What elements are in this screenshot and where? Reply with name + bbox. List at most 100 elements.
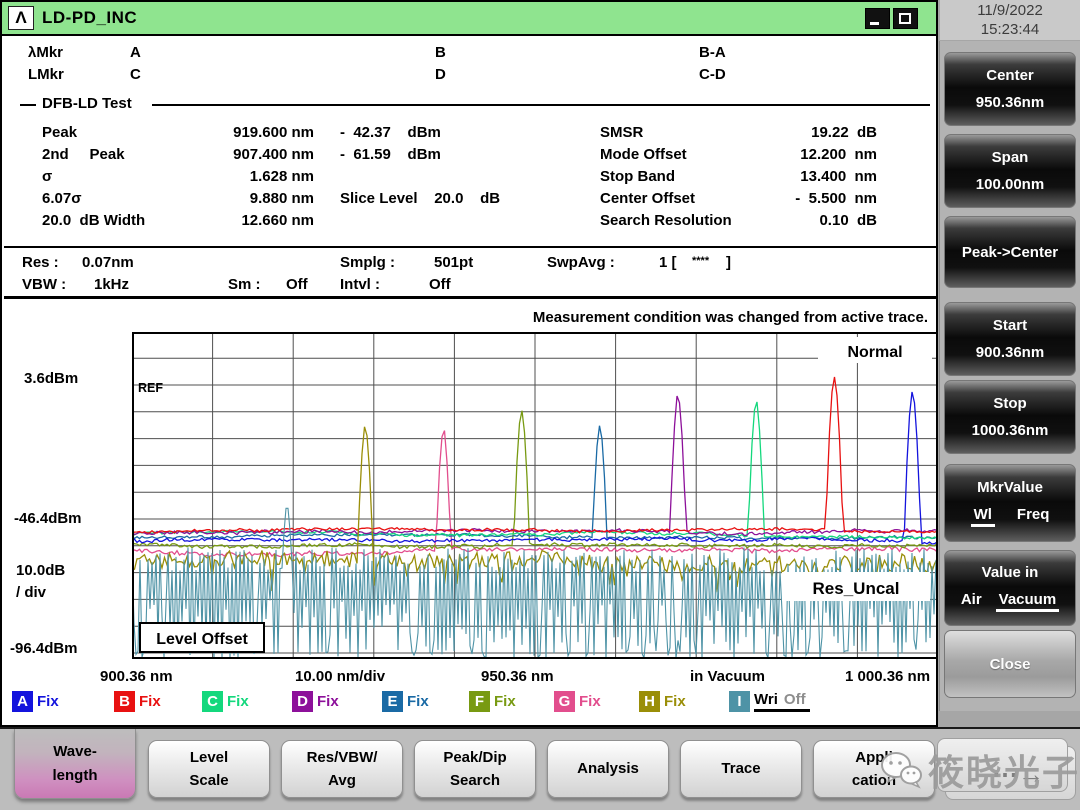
wavelength-marker-row-label: λMkr: [28, 44, 63, 61]
smoothing-label: Sm :: [228, 276, 261, 293]
y-axis-ref-label: 3.6dBm: [24, 370, 78, 387]
close-softkey-label: Close: [990, 656, 1031, 673]
menu-trace-label: Trace: [721, 757, 760, 780]
menu-trace-button[interactable]: Trace: [680, 740, 802, 798]
close-softkey[interactable]: Close: [944, 630, 1076, 698]
start-softkey-value: 900.36nm: [976, 344, 1044, 361]
maximize-button[interactable]: [893, 8, 918, 29]
trace-a-state: Fix: [37, 693, 59, 710]
second-peak-label: 2nd Peak: [42, 146, 125, 163]
stop-softkey-value: 1000.36nm: [972, 422, 1049, 439]
marker-ba-header: B-A: [699, 44, 726, 61]
menu-application-button[interactable]: Appli cation: [813, 740, 935, 798]
marker-cd-header: C-D: [699, 66, 726, 83]
start-softkey[interactable]: Start 900.36nm: [944, 302, 1076, 376]
menu-res-vbw-line2: Avg: [328, 769, 356, 792]
trace-i-indicator[interactable]: I Wri Off: [729, 690, 810, 712]
res-value: 0.07nm: [82, 254, 134, 271]
marker-value-wl-option[interactable]: Wl: [971, 506, 995, 527]
peak-to-center-softkey[interactable]: Peak->Center: [944, 216, 1076, 288]
app-logo-icon: Λ: [8, 6, 34, 30]
value-in-label: Value in: [982, 564, 1039, 581]
trace-b-indicator[interactable]: B Fix: [114, 690, 161, 712]
value-in-softkey[interactable]: Value in Air Vacuum: [944, 550, 1076, 626]
swpavg-value: 1 [: [659, 254, 677, 271]
menu-more-button[interactable]: ⋯→: [937, 738, 1072, 798]
svg-text:Res_Uncal: Res_Uncal: [813, 579, 900, 598]
menu-level-scale-button[interactable]: Level Scale: [148, 740, 270, 798]
value-in-air-option[interactable]: Air: [961, 591, 982, 612]
trace-h-indicator[interactable]: H Fix: [639, 690, 686, 712]
section-rule-right: [152, 104, 930, 106]
center-softkey-value: 950.36nm: [976, 94, 1044, 111]
menu-res-vbw-avg-button[interactable]: Res/VBW/ Avg: [281, 740, 403, 798]
menu-analysis-button[interactable]: Analysis: [547, 740, 669, 798]
minimize-button[interactable]: [865, 8, 890, 29]
trace-d-state: Fix: [317, 693, 339, 710]
span-softkey[interactable]: Span 100.00nm: [944, 134, 1076, 208]
center-softkey-label: Center: [986, 67, 1034, 84]
menu-peak-dip-line2: Search: [450, 769, 500, 792]
trace-i-state2: Off: [784, 691, 806, 708]
stop-softkey-label: Stop: [993, 395, 1026, 412]
marker-value-label: MkrValue: [977, 479, 1043, 496]
marker-b-header: B: [435, 44, 446, 61]
trace-h-state: Fix: [664, 693, 686, 710]
marker-a-header: A: [130, 44, 141, 61]
osa-screen: Λ LD-PD_INC λMkr A B B-A LMkr C D C-D DF…: [0, 0, 1080, 810]
x-axis-perdiv-label: 10.00 nm/div: [295, 668, 385, 685]
peak-level: - 42.37 dBm: [340, 124, 441, 141]
trace-b-swatch: B: [114, 691, 135, 712]
slice-level: Slice Level 20.0 dB: [340, 190, 500, 207]
trace-g-indicator[interactable]: G Fix: [554, 690, 601, 712]
trace-f-indicator[interactable]: F Fix: [469, 690, 516, 712]
main-window: Λ LD-PD_INC λMkr A B B-A LMkr C D C-D DF…: [0, 0, 938, 727]
stop-band-label: Stop Band: [600, 168, 675, 185]
smplg-label: Smplg :: [340, 254, 395, 271]
menu-peak-dip-search-button[interactable]: Peak/Dip Search: [414, 740, 536, 798]
trace-e-indicator[interactable]: E Fix: [382, 690, 429, 712]
trace-a-indicator[interactable]: A Fix: [12, 690, 59, 712]
trace-a-swatch: A: [12, 691, 33, 712]
center-offset-value: - 5.500 nm: [732, 190, 877, 207]
db-width-label: 20.0 dB Width: [42, 212, 145, 229]
peak-to-center-label: Peak->Center: [962, 244, 1058, 261]
section-rule-left: [20, 104, 36, 106]
value-in-vacuum-option[interactable]: Vacuum: [996, 591, 1060, 612]
y-axis-perdiv-label2: / div: [16, 584, 46, 601]
interval-value: Off: [429, 276, 451, 293]
marker-d-header: D: [435, 66, 446, 83]
swpavg-bracket: ]: [726, 254, 731, 271]
marker-value-freq-option[interactable]: Freq: [1017, 506, 1050, 527]
trace-d-indicator[interactable]: D Fix: [292, 690, 339, 712]
trace-c-state: Fix: [227, 693, 249, 710]
span-softkey-label: Span: [992, 149, 1029, 166]
trace-f-swatch: F: [469, 691, 490, 712]
x-axis-medium-label: in Vacuum: [690, 668, 765, 685]
trace-b-state: Fix: [139, 693, 161, 710]
center-softkey[interactable]: Center 950.36nm: [944, 52, 1076, 126]
datetime-display: 11/9/2022 15:23:44: [940, 0, 1080, 40]
swpavg-label: SwpAvg :: [547, 254, 615, 271]
y-axis-perdiv-label: 10.0dB: [16, 562, 65, 579]
stop-softkey[interactable]: Stop 1000.36nm: [944, 380, 1076, 454]
date-text: 11/9/2022: [940, 1, 1080, 20]
level-marker-row-label: LMkr: [28, 66, 64, 83]
trace-g-swatch: G: [554, 691, 575, 712]
svg-text:REF: REF: [138, 381, 163, 395]
menu-res-vbw-line1: Res/VBW/: [307, 746, 378, 769]
x-axis-stop-label: 1 000.36 nm: [845, 668, 930, 685]
time-text: 15:23:44: [940, 20, 1080, 39]
y-axis-mid-label: -46.4dBm: [14, 510, 82, 527]
start-softkey-label: Start: [993, 317, 1027, 334]
window-titlebar: Λ LD-PD_INC: [2, 2, 936, 36]
smsr-value: 19.22 dB: [732, 124, 877, 141]
marker-value-softkey[interactable]: MkrValue Wl Freq: [944, 464, 1076, 542]
trace-i-state-group: Wri Off: [754, 691, 810, 712]
six-sigma-value: 9.880 nm: [192, 190, 314, 207]
trace-e-swatch: E: [382, 691, 403, 712]
menu-wavelength-button[interactable]: Wave- length: [14, 729, 136, 799]
interval-label: Intvl :: [340, 276, 380, 293]
trace-c-indicator[interactable]: C Fix: [202, 690, 249, 712]
trace-c-swatch: C: [202, 691, 223, 712]
